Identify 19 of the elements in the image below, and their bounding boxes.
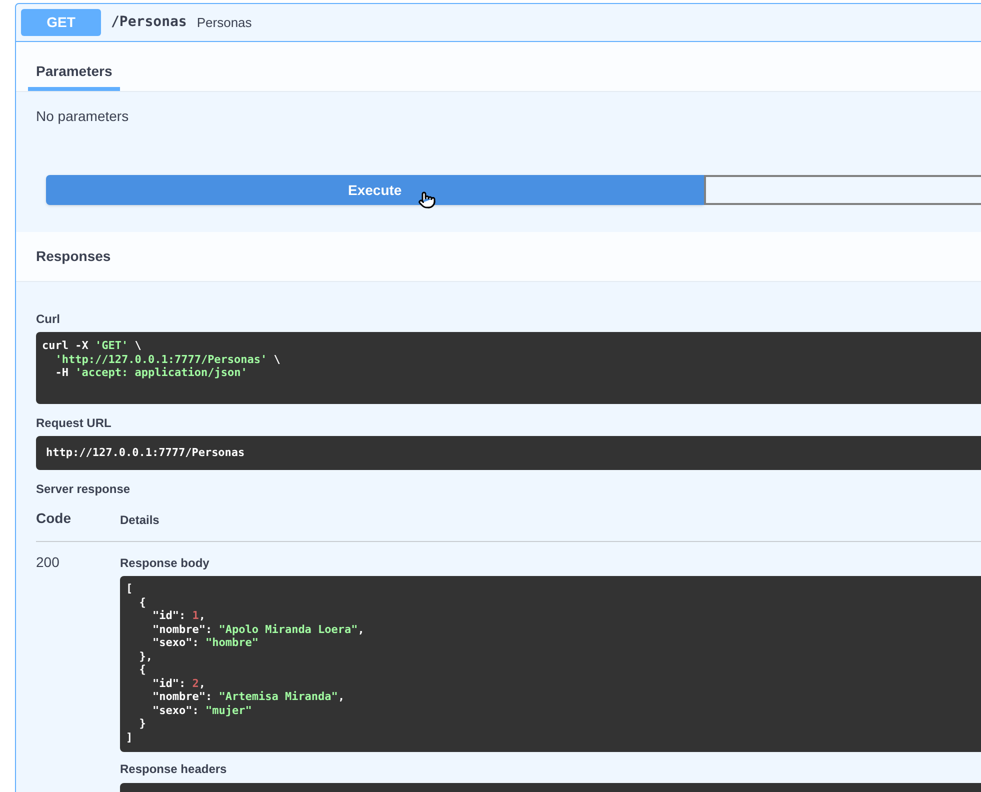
tab[interactable]: Parameters [28, 42, 120, 91]
column-header: Code [36, 509, 72, 528]
status-code: 200 [36, 553, 60, 572]
responses-title: Responses [36, 247, 111, 266]
curl-code-block: curl -X 'GET' \ 'http://127.0.0.1:7777/Personas' \ -H 'accept: application/json' [36, 332, 981, 404]
pointer-cursor-icon [418, 189, 436, 211]
curl-label: Curl [36, 311, 61, 328]
response-body-label: Response body [120, 555, 210, 572]
request-url-label: Request URL [36, 415, 112, 432]
response-headers-label: Response headers [120, 761, 228, 778]
outline-button[interactable] [704, 175, 981, 205]
no-parameters-text: No parameters [36, 107, 130, 126]
server-response-label: Server response [36, 481, 132, 498]
endpoint-summary: Personas [196, 14, 252, 32]
method-badge: GET [21, 9, 101, 36]
request-url-block: http://127.0.0.1:7777/Personas [36, 436, 981, 470]
column-header: Details [120, 512, 160, 529]
response-body-code-block: [ { "id": 1, "nombre": "Apolo Miranda Loera", "sexo": "hombre" }, { "id": 2, "nombre": "Artemisa Miranda", "sexo": "mujer" } ] [120, 576, 981, 752]
endpoint-path: /Personas [111, 13, 187, 32]
